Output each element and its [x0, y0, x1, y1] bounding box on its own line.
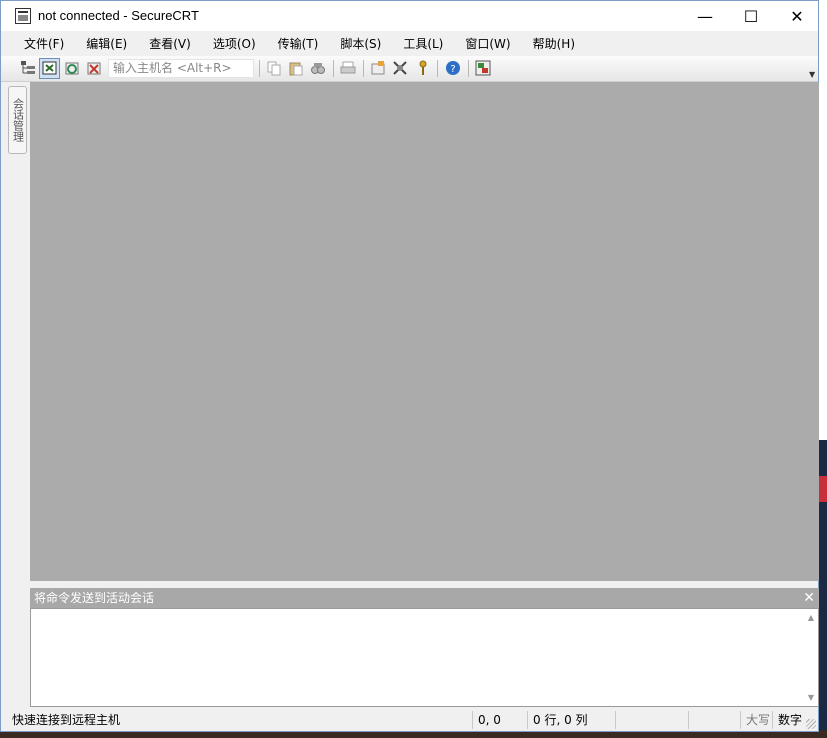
- menu-view[interactable]: 查看(V): [142, 35, 198, 52]
- toolbar-overflow-chevron-icon[interactable]: ▼: [809, 70, 815, 79]
- securecrt-app-icon[interactable]: [15, 8, 31, 24]
- paste-icon[interactable]: [288, 60, 304, 76]
- status-empty-cell: [615, 711, 688, 729]
- menu-transfer[interactable]: 传输(T): [271, 35, 326, 52]
- terminal-area[interactable]: [30, 82, 819, 581]
- menu-bar: 文件(F) 编辑(E) 查看(V) 选项(O) 传输(T) 脚本(S) 工具(L…: [1, 31, 818, 56]
- desktop-background-accent: [818, 476, 827, 502]
- copy-icon[interactable]: [266, 60, 282, 76]
- reconnect-icon[interactable]: [64, 60, 80, 76]
- toolbar-divider: [333, 60, 334, 77]
- minimize-button[interactable]: —: [682, 1, 728, 31]
- menu-options[interactable]: 选项(O): [206, 35, 263, 52]
- status-message: 快速连接到远程主机: [12, 713, 121, 727]
- disconnect-icon[interactable]: [86, 60, 102, 76]
- command-window-input[interactable]: ▲ ▼: [30, 608, 819, 707]
- global-options-icon[interactable]: [392, 60, 408, 76]
- print-icon[interactable]: [340, 60, 356, 76]
- command-window-scrollbar[interactable]: ▲ ▼: [803, 609, 818, 706]
- maximize-button[interactable]: ☐: [728, 1, 774, 31]
- connect-icon[interactable]: [39, 58, 60, 79]
- key-icon[interactable]: [415, 60, 431, 76]
- command-window-title: 将命令发送到活动会话: [34, 591, 155, 605]
- scroll-up-icon[interactable]: ▲: [808, 613, 814, 622]
- window-title: not connected - SecureCRT: [38, 8, 199, 23]
- status-empty-cell: [688, 711, 740, 729]
- menu-file[interactable]: 文件(F): [17, 35, 71, 52]
- help-icon[interactable]: ?: [445, 60, 461, 76]
- toolbar-divider: [468, 60, 469, 77]
- toolbar-divider: [363, 60, 364, 77]
- svg-text:?: ?: [450, 64, 455, 75]
- toolbar-divider: [259, 60, 260, 77]
- status-caps-lock: 大写: [740, 711, 772, 729]
- status-bar: 快速连接到远程主机 0, 0 0 行, 0 列 大写 数字: [1, 709, 818, 731]
- command-window-header: 将命令发送到活动会话 ✕: [30, 588, 819, 608]
- quick-connect-host-input[interactable]: 输入主机名 <Alt+R>: [108, 59, 254, 78]
- session-options-icon[interactable]: [370, 60, 386, 76]
- find-icon[interactable]: [310, 60, 326, 76]
- menu-edit[interactable]: 编辑(E): [79, 35, 134, 52]
- scroll-down-icon[interactable]: ▼: [808, 693, 814, 702]
- session-manager-icon[interactable]: [20, 60, 36, 76]
- close-button[interactable]: ✕: [774, 1, 820, 31]
- menu-help[interactable]: 帮助(H): [526, 35, 582, 52]
- status-rows-cols: 0 行, 0 列: [527, 711, 615, 729]
- menu-window[interactable]: 窗口(W): [458, 35, 517, 52]
- menu-tools[interactable]: 工具(L): [396, 35, 450, 52]
- toolbar-divider: [437, 60, 438, 77]
- menu-script[interactable]: 脚本(S): [333, 35, 388, 52]
- toolbar: 输入主机名 <Alt+R> ? ▼: [1, 56, 818, 82]
- session-manager-sidebar: 会话管理: [1, 82, 30, 707]
- status-cursor-position: 0, 0: [472, 711, 527, 729]
- sftp-icon[interactable]: [475, 60, 491, 76]
- securecrt-window: not connected - SecureCRT — ☐ ✕ 文件(F) 编辑…: [0, 0, 819, 732]
- session-manager-tab[interactable]: 会话管理: [8, 86, 27, 154]
- resize-grip-icon[interactable]: [806, 719, 816, 729]
- title-bar[interactable]: not connected - SecureCRT — ☐ ✕: [1, 1, 818, 31]
- status-num-lock: 数字: [772, 711, 806, 729]
- command-window-close-icon[interactable]: ✕: [803, 588, 815, 608]
